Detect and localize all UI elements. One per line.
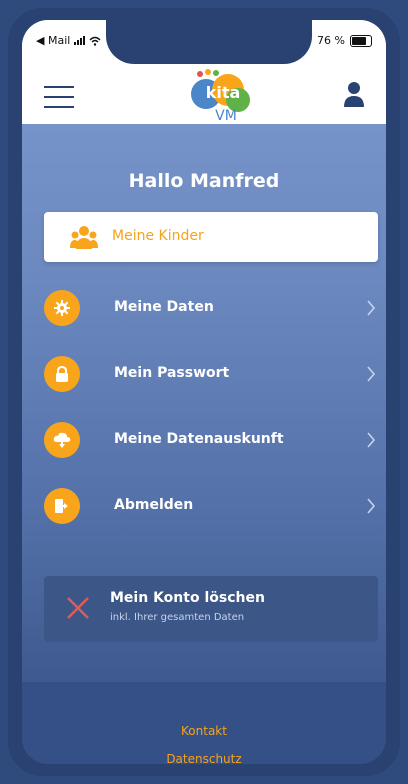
status-bar-left: ◀ Mail [36, 34, 101, 47]
battery-icon [350, 34, 372, 47]
menu-item-meine-datenauskunft[interactable]: Meine Datenauskunft [44, 420, 378, 460]
menu-icon-circle [44, 356, 80, 392]
phone-frame: ◀ Mail 76 % kita VM Hallo Manfred Meine … [8, 8, 400, 776]
meine-kinder-label: Meine Kinder [112, 228, 204, 244]
app-screen: ◀ Mail 76 % kita VM Hallo Manfred Meine … [22, 20, 386, 764]
chevron-right-icon [367, 300, 376, 316]
menu-item-mein-passwort[interactable]: Mein Passwort [44, 354, 378, 394]
kontakt-link[interactable]: Kontakt [22, 724, 386, 738]
phone-notch [106, 20, 312, 64]
wifi-icon [89, 36, 101, 46]
signal-icon [74, 36, 86, 45]
user-profile-icon[interactable] [342, 80, 366, 108]
children-icon [70, 226, 98, 249]
delete-account-button[interactable]: Mein Konto löschen inkl. Ihrer gesamten … [44, 576, 378, 642]
menu-label: Meine Daten [114, 299, 214, 315]
datenschutz-link[interactable]: Datenschutz [22, 752, 386, 764]
header-bar: ◀ Mail 76 % kita VM [22, 20, 386, 124]
logo-text-kita: kita [206, 83, 241, 102]
greeting-heading: Hallo Manfred [128, 170, 280, 192]
status-bar-right: 76 % [317, 34, 372, 47]
menu-item-meine-daten[interactable]: Meine Daten [44, 288, 378, 328]
menu-icon-circle [44, 290, 80, 326]
close-icon [67, 597, 89, 619]
menu-icon-circle [44, 422, 80, 458]
logo-text-vm: VM [215, 108, 237, 124]
chevron-right-icon [367, 498, 376, 514]
cloud-download-icon [53, 432, 71, 448]
menu-item-abmelden[interactable]: Abmelden [44, 486, 378, 526]
status-carrier: ◀ Mail [36, 34, 71, 47]
menu-label: Abmelden [114, 497, 194, 513]
chevron-right-icon [367, 366, 376, 382]
logout-icon [55, 499, 68, 513]
menu-icon-circle [44, 488, 80, 524]
menu-label: Meine Datenauskunft [114, 431, 284, 447]
delete-account-subtitle: inkl. Ihrer gesamten Daten [110, 612, 245, 623]
chevron-right-icon [367, 432, 376, 448]
lock-icon [56, 366, 68, 382]
battery-percent: 76 % [317, 34, 345, 47]
meine-kinder-button[interactable]: Meine Kinder [44, 212, 378, 262]
kita-vm-logo: kita VM [191, 69, 250, 124]
hamburger-menu-icon[interactable] [44, 86, 74, 108]
gear-icon [54, 300, 70, 316]
footer: Kontakt Datenschutz [22, 682, 386, 764]
menu-label: Mein Passwort [114, 365, 230, 381]
delete-account-title: Mein Konto löschen [110, 590, 265, 606]
